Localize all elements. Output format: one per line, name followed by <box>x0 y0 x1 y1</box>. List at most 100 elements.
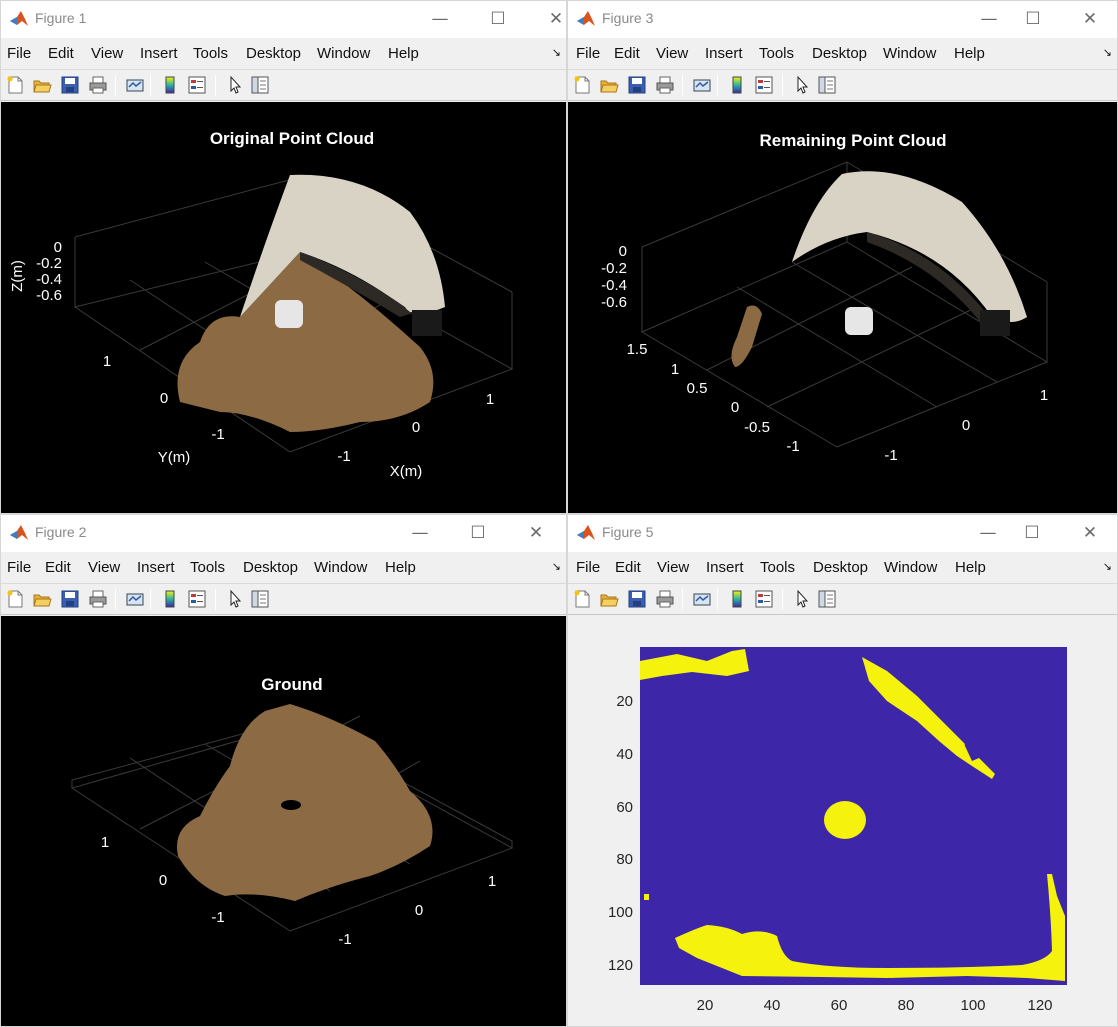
binary-image-plot: 20 40 60 80 100 120 20 40 60 80 100 120 <box>608 647 1067 1014</box>
save-icon[interactable] <box>60 589 80 609</box>
menu-desktop[interactable]: Desktop <box>812 45 867 62</box>
menu-help[interactable]: Help <box>954 45 985 62</box>
new-figure-icon[interactable] <box>5 589 25 609</box>
print-icon[interactable] <box>88 589 108 609</box>
z-tick: -0.4 <box>601 277 627 294</box>
menu-view[interactable]: View <box>88 559 120 576</box>
new-figure-icon[interactable] <box>572 75 592 95</box>
menu-file[interactable]: File <box>576 559 600 576</box>
plot-area: 20 40 60 80 100 120 20 40 60 80 100 120 <box>567 616 1118 1027</box>
menu-help[interactable]: Help <box>388 45 419 62</box>
save-icon[interactable] <box>627 75 647 95</box>
minimize-icon[interactable]: — <box>973 520 1003 546</box>
menu-bar: File Edit View Insert Tools Desktop Wind… <box>567 552 1118 583</box>
legend-icon[interactable] <box>187 589 207 609</box>
link-plot-icon[interactable] <box>125 75 145 95</box>
menu-file[interactable]: File <box>7 559 31 576</box>
y-tick: 80 <box>616 851 633 868</box>
property-editor-icon[interactable] <box>817 589 837 609</box>
menu-view[interactable]: View <box>91 45 123 62</box>
menu-file[interactable]: File <box>576 45 600 62</box>
menu-desktop[interactable]: Desktop <box>813 559 868 576</box>
toolbar <box>567 583 1118 615</box>
colorbar-icon[interactable] <box>727 589 747 609</box>
dock-arrow-icon[interactable]: ↘ <box>1103 560 1112 573</box>
link-plot-icon[interactable] <box>692 75 712 95</box>
menu-tools[interactable]: Tools <box>193 45 228 62</box>
select-pointer-icon[interactable] <box>225 589 245 609</box>
left-dot <box>644 894 649 900</box>
menu-insert[interactable]: Insert <box>140 45 178 62</box>
plot-area: Original Point Cloud 0 -0.2 -0.4 -0.6 Z(… <box>0 102 567 514</box>
menu-view[interactable]: View <box>656 45 688 62</box>
y-tick: 40 <box>616 746 633 763</box>
new-figure-icon[interactable] <box>5 75 25 95</box>
close-icon[interactable]: ✕ <box>1075 6 1105 32</box>
link-plot-icon[interactable] <box>692 589 712 609</box>
select-pointer-icon[interactable] <box>225 75 245 95</box>
property-editor-icon[interactable] <box>250 589 270 609</box>
menu-desktop[interactable]: Desktop <box>246 45 301 62</box>
menu-edit[interactable]: Edit <box>48 45 74 62</box>
maximize-icon[interactable]: ☐ <box>463 520 493 546</box>
menu-view[interactable]: View <box>657 559 689 576</box>
y-tick: -0.5 <box>744 419 770 436</box>
z-tick: -0.6 <box>36 287 62 304</box>
select-pointer-icon[interactable] <box>792 75 812 95</box>
menu-edit[interactable]: Edit <box>614 45 640 62</box>
dock-arrow-icon[interactable]: ↘ <box>552 560 561 573</box>
colorbar-icon[interactable] <box>160 589 180 609</box>
close-icon[interactable]: ✕ <box>521 520 551 546</box>
link-plot-icon[interactable] <box>125 589 145 609</box>
legend-icon[interactable] <box>754 75 774 95</box>
dock-arrow-icon[interactable]: ↘ <box>1103 46 1112 59</box>
menu-insert[interactable]: Insert <box>706 559 744 576</box>
print-icon[interactable] <box>88 75 108 95</box>
colorbar-icon[interactable] <box>160 75 180 95</box>
close-icon[interactable]: ✕ <box>541 6 567 32</box>
menu-edit[interactable]: Edit <box>615 559 641 576</box>
open-icon[interactable] <box>599 589 619 609</box>
save-icon[interactable] <box>60 75 80 95</box>
menu-window[interactable]: Window <box>883 45 936 62</box>
new-figure-icon[interactable] <box>572 589 592 609</box>
print-icon[interactable] <box>655 75 675 95</box>
minimize-icon[interactable]: — <box>425 6 455 32</box>
menu-tools[interactable]: Tools <box>190 559 225 576</box>
menu-edit[interactable]: Edit <box>45 559 71 576</box>
select-pointer-icon[interactable] <box>792 589 812 609</box>
menu-help[interactable]: Help <box>385 559 416 576</box>
y-tick: 100 <box>608 904 633 921</box>
property-editor-icon[interactable] <box>250 75 270 95</box>
minimize-icon[interactable]: — <box>974 6 1004 32</box>
menu-tools[interactable]: Tools <box>759 45 794 62</box>
open-icon[interactable] <box>599 75 619 95</box>
menu-help[interactable]: Help <box>955 559 986 576</box>
maximize-icon[interactable]: ☐ <box>1018 6 1048 32</box>
matlab-logo-icon <box>577 525 595 540</box>
toolbar <box>0 583 567 615</box>
open-icon[interactable] <box>32 589 52 609</box>
menu-tools[interactable]: Tools <box>760 559 795 576</box>
menu-window[interactable]: Window <box>884 559 937 576</box>
dock-arrow-icon[interactable]: ↘ <box>552 46 561 59</box>
colorbar-icon[interactable] <box>727 75 747 95</box>
menu-window[interactable]: Window <box>314 559 367 576</box>
open-icon[interactable] <box>32 75 52 95</box>
menu-insert[interactable]: Insert <box>705 45 743 62</box>
maximize-icon[interactable]: ☐ <box>483 6 513 32</box>
menu-insert[interactable]: Insert <box>137 559 175 576</box>
legend-icon[interactable] <box>187 75 207 95</box>
legend-icon[interactable] <box>754 589 774 609</box>
menu-desktop[interactable]: Desktop <box>243 559 298 576</box>
toolbar-separator <box>782 75 783 96</box>
minimize-icon[interactable]: — <box>405 520 435 546</box>
close-icon[interactable]: ✕ <box>1075 520 1105 546</box>
property-editor-icon[interactable] <box>817 75 837 95</box>
toolbar-separator <box>782 589 783 610</box>
print-icon[interactable] <box>655 589 675 609</box>
menu-window[interactable]: Window <box>317 45 370 62</box>
menu-file[interactable]: File <box>7 45 31 62</box>
maximize-icon[interactable]: ☐ <box>1017 520 1047 546</box>
save-icon[interactable] <box>627 589 647 609</box>
